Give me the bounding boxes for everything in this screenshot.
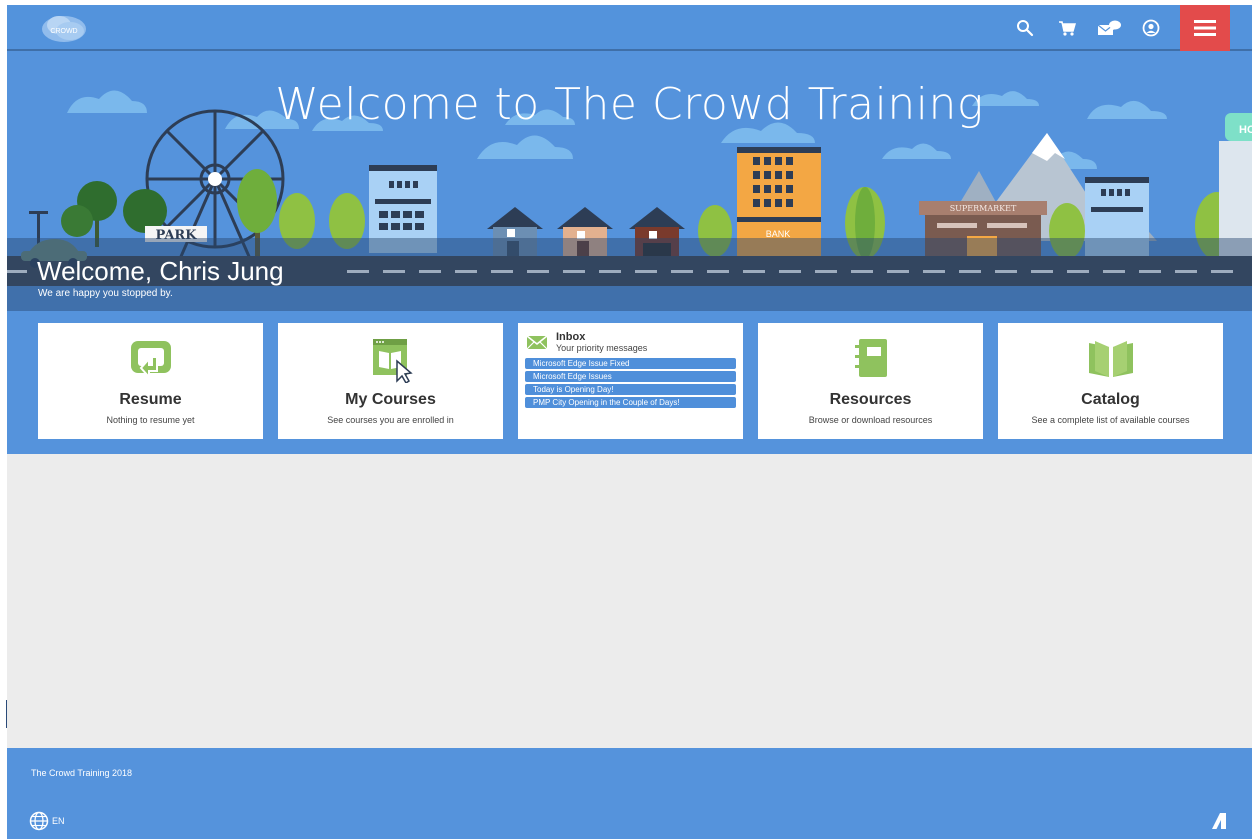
inbox-subtitle: Your priority messages xyxy=(556,343,648,353)
menu-button[interactable] xyxy=(1180,5,1230,51)
search-button[interactable] xyxy=(1004,5,1046,51)
profile-button[interactable] xyxy=(1130,5,1172,51)
resources-title: Resources xyxy=(829,391,912,408)
envelope-icon xyxy=(526,335,548,350)
footer-copyright: The Crowd Training 2018 xyxy=(31,768,133,778)
globe-icon xyxy=(29,811,49,831)
app-frame: CROWD PARK BANK SUPERMARKET HO Welcome t… xyxy=(7,5,1252,839)
brand-logo-icon xyxy=(1212,813,1226,829)
cart-button[interactable] xyxy=(1046,5,1088,51)
site-logo[interactable]: CROWD xyxy=(39,10,89,46)
inbox-message-list: Microsoft Edge Issue Fixed Microsoft Edg… xyxy=(525,358,736,410)
resources-icon xyxy=(854,339,887,377)
hero-title: Welcome to The Crowd Training xyxy=(275,79,984,130)
top-bar: CROWD xyxy=(7,5,1252,51)
inbox-message[interactable]: Today is Opening Day! xyxy=(525,384,736,395)
brand-mark xyxy=(1212,813,1226,833)
logo-text: CROWD xyxy=(50,28,77,35)
hero-banner: PARK BANK SUPERMARKET HO Welcome to The … xyxy=(7,51,1252,311)
header-actions xyxy=(1004,5,1252,51)
resume-description: Nothing to resume yet xyxy=(106,415,195,425)
catalog-tile[interactable]: Catalog See a complete list of available… xyxy=(998,323,1223,439)
courses-icon xyxy=(372,339,413,383)
resume-tile[interactable]: Resume Nothing to resume yet xyxy=(38,323,263,439)
inbox-tile[interactable]: Inbox Your priority messages Microsoft E… xyxy=(518,323,743,439)
catalog-description: See a complete list of available courses xyxy=(1031,415,1190,425)
language-code: EN xyxy=(52,816,65,826)
welcome-message: Welcome, Chris Jung xyxy=(37,256,284,286)
resources-description: Browse or download resources xyxy=(808,415,933,425)
resume-icon xyxy=(130,341,171,380)
my-courses-title: My Courses xyxy=(345,391,436,408)
inbox-message[interactable]: Microsoft Edge Issue Fixed xyxy=(525,358,736,369)
resume-title: Resume xyxy=(119,391,182,408)
inbox-message[interactable]: Microsoft Edge Issues xyxy=(525,371,736,382)
catalog-icon xyxy=(1088,341,1133,377)
inbox-message[interactable]: PMP City Opening in the Couple of Days! xyxy=(525,397,736,408)
messages-button[interactable] xyxy=(1088,5,1130,51)
catalog-title: Catalog xyxy=(1081,391,1140,408)
menu-icon xyxy=(1194,20,1216,36)
language-selector[interactable]: EN xyxy=(29,811,65,831)
supermarket-sign: SUPERMARKET xyxy=(950,204,1017,213)
profile-icon xyxy=(1142,19,1160,37)
search-icon xyxy=(1017,20,1034,37)
inbox-header: Inbox Your priority messages xyxy=(526,331,647,353)
welcome-subtitle: We are happy you stopped by. xyxy=(38,288,173,299)
left-edge xyxy=(0,0,7,839)
inbox-title: Inbox xyxy=(556,331,586,343)
resources-tile[interactable]: Resources Browse or download resources xyxy=(758,323,983,439)
footer: The Crowd Training 2018 EN xyxy=(7,748,1252,839)
messages-icon xyxy=(1097,20,1121,35)
cart-icon xyxy=(1059,21,1076,36)
dashboard-tiles: Resume Nothing to resume yet My Courses … xyxy=(7,311,1252,454)
my-courses-tile[interactable]: My Courses See courses you are enrolled … xyxy=(278,323,503,439)
my-courses-description: See courses you are enrolled in xyxy=(327,415,454,425)
